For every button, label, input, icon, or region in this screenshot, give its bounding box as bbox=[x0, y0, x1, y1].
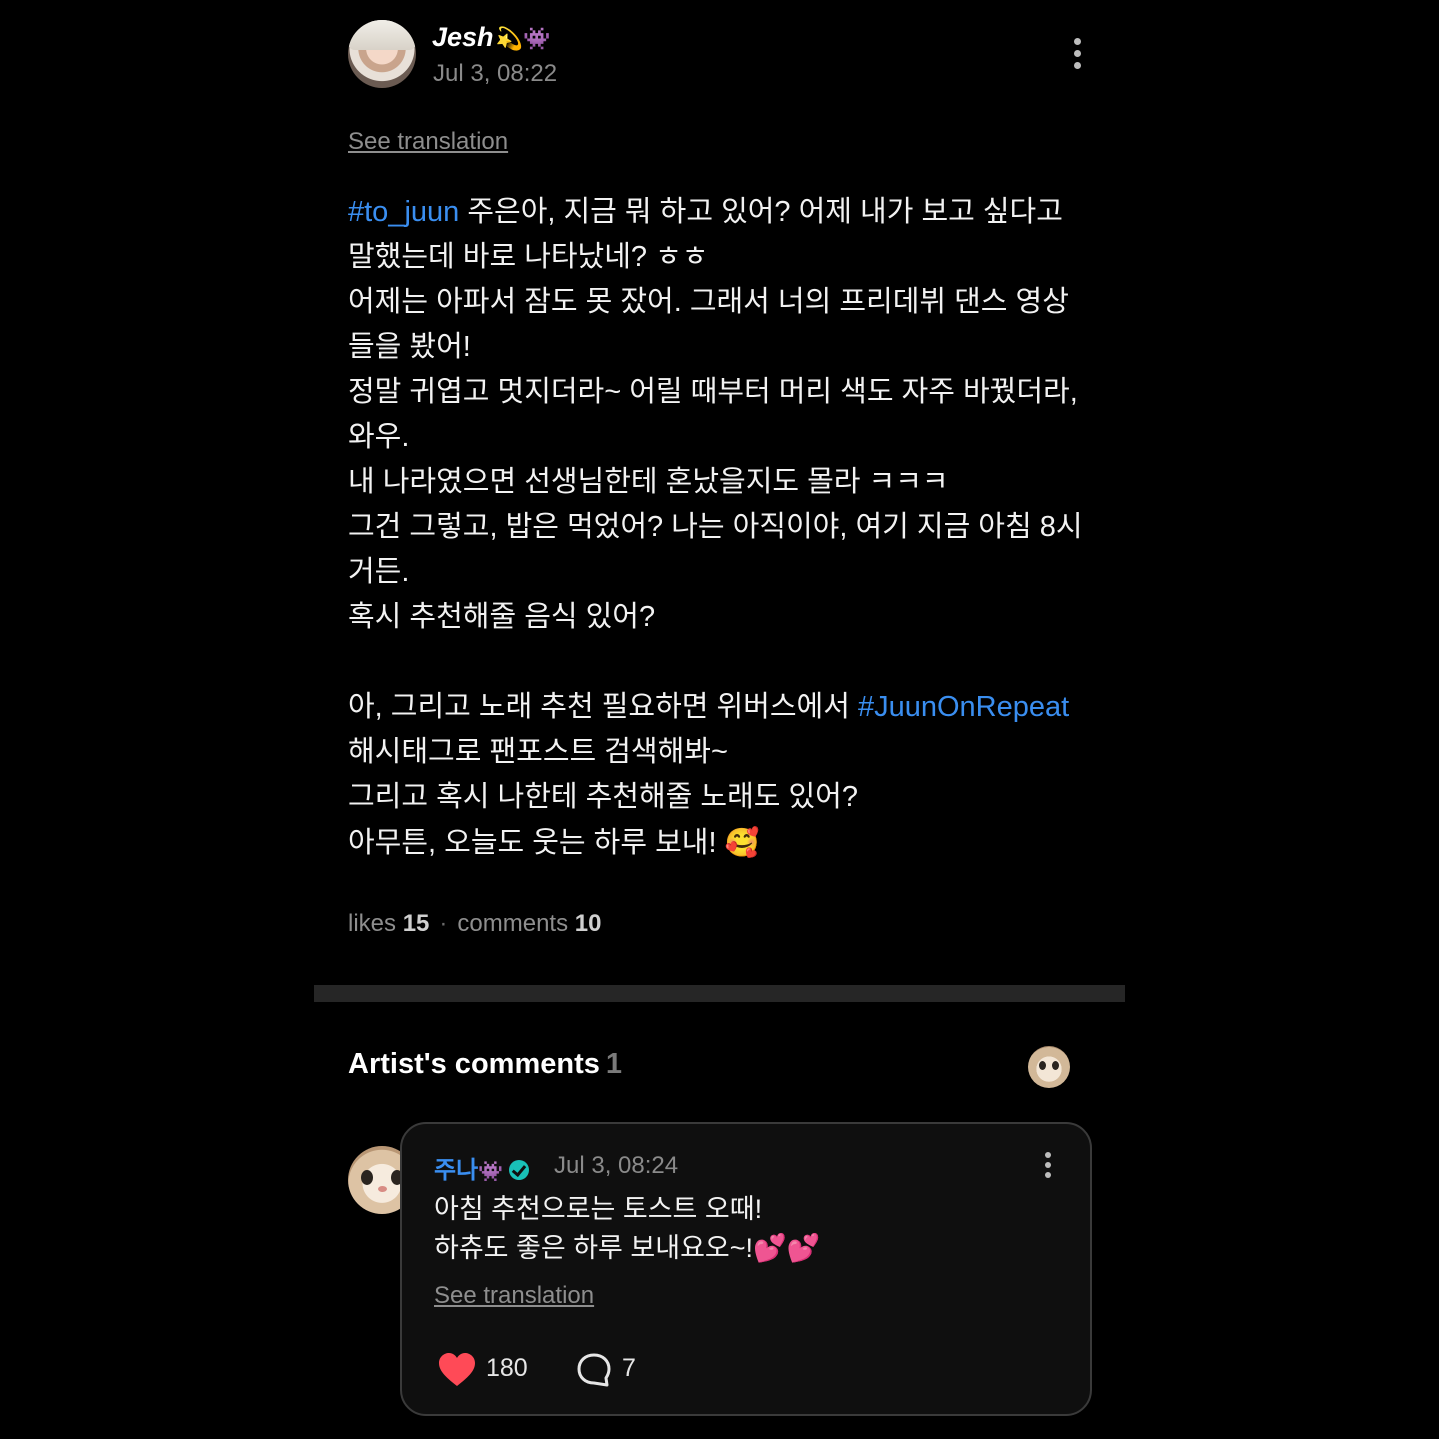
comment-like-count: 180 bbox=[486, 1354, 528, 1382]
post-text-line: #to_juun 주은아, 지금 뭐 하고 있어? 어제 내가 보고 싶다고 bbox=[348, 190, 1108, 235]
more-options-icon[interactable] bbox=[1066, 36, 1090, 72]
post-text-line: 어제는 아파서 잠도 못 잤어. 그래서 너의 프리데뷔 댄스 영상 bbox=[348, 280, 1108, 325]
artist-comments-count: 1 bbox=[605, 1048, 622, 1080]
section-divider bbox=[314, 985, 1125, 1002]
post-text: 와우. bbox=[348, 421, 410, 453]
post-header: Jesh💫👾 Jul 3, 08:22 bbox=[348, 20, 1090, 90]
post-stats: likes 15 · comments 10 bbox=[348, 910, 601, 938]
comment-more-options-icon[interactable] bbox=[1038, 1150, 1058, 1180]
post-text-line: 와우. bbox=[348, 415, 1108, 460]
comment-reply-count: 7 bbox=[622, 1354, 636, 1382]
post-text: 거든. bbox=[348, 556, 410, 588]
post-text: 아무튼, 오늘도 웃는 하루 보내! bbox=[348, 827, 725, 859]
post-text-line: 내 나라였으면 선생님한테 혼났을지도 몰라 ㅋㅋㅋ bbox=[348, 460, 1108, 505]
post-text: 주은아, 지금 뭐 하고 있어? 어제 내가 보고 싶다고 bbox=[459, 196, 1063, 228]
stats-separator: · bbox=[439, 910, 448, 937]
post-text: 그건 그렇고, 밥은 먹었어? 나는 아직이야, 여기 지금 아침 8시 bbox=[348, 511, 1083, 543]
post-text-line: 아, 그리고 노래 추천 필요하면 위버스에서 #JuunOnRepeat bbox=[348, 685, 1108, 730]
comment-actions: 180 7 bbox=[438, 1350, 838, 1390]
post-text: 해시태그로 팬포스트 검색해봐~ bbox=[348, 736, 728, 768]
likes-count: 15 bbox=[402, 910, 430, 937]
hashtag-link[interactable]: #to_juun bbox=[348, 196, 459, 228]
post-text-line: 해시태그로 팬포스트 검색해봐~ bbox=[348, 730, 1108, 775]
post-timestamp: Jul 3, 08:22 bbox=[433, 60, 558, 87]
author-avatar[interactable] bbox=[348, 20, 416, 88]
post-text-line: 아무튼, 오늘도 웃는 하루 보내! 🥰 bbox=[348, 820, 1108, 865]
comment-author-emoji: 👾 bbox=[478, 1161, 504, 1183]
author-name-text: Jesh bbox=[432, 22, 494, 52]
post-text: 말했는데 바로 나타났네? ㅎㅎ bbox=[348, 241, 709, 273]
comment-timestamp: Jul 3, 08:24 bbox=[554, 1152, 679, 1179]
comment-author-name: 주나 bbox=[434, 1157, 479, 1184]
post-text: 내 나라였으면 선생님한테 혼났을지도 몰라 ㅋㅋㅋ bbox=[348, 466, 949, 498]
author-emoji: 💫👾 bbox=[495, 26, 551, 51]
likes-stat[interactable]: likes 15 bbox=[348, 910, 429, 937]
likes-label: likes bbox=[348, 910, 397, 937]
post-text-line: 정말 귀엽고 멋지더라~ 어릴 때부터 머리 색도 자주 바꿨더라, bbox=[348, 370, 1108, 415]
post-text-line: 그리고 혹시 나한테 추천해줄 노래도 있어? bbox=[348, 775, 1108, 820]
post-text: 혹시 추천해줄 음식 있어? bbox=[348, 601, 656, 633]
author-name[interactable]: Jesh💫👾 bbox=[432, 22, 550, 53]
artist-comment-card: 주나👾 Jul 3, 08:24 아침 추천으로는 토스트 오때! 하츄도 좋은… bbox=[400, 1122, 1092, 1416]
post-text-line: 거든. bbox=[348, 550, 1108, 595]
comment-author[interactable]: 주나👾 bbox=[434, 1150, 530, 1185]
emoji: 🥰 bbox=[724, 827, 760, 858]
post-text-line: 혹시 추천해줄 음식 있어? bbox=[348, 595, 1108, 640]
post-text: 그리고 혹시 나한테 추천해줄 노래도 있어? bbox=[348, 781, 858, 813]
comments-label: comments bbox=[457, 910, 569, 937]
comment-see-translation-link[interactable]: See translation bbox=[434, 1282, 594, 1310]
comment-text: 아침 추천으로는 토스트 오때! 하츄도 좋은 하루 보내요오~!💕💕 bbox=[434, 1190, 820, 1268]
post-text-line: 그건 그렇고, 밥은 먹었어? 나는 아직이야, 여기 지금 아침 8시 bbox=[348, 505, 1108, 550]
see-translation-link[interactable]: See translation bbox=[348, 128, 508, 156]
post-text: 아, 그리고 노래 추천 필요하면 위버스에서 bbox=[348, 691, 858, 723]
verified-badge-icon bbox=[509, 1160, 530, 1180]
heart-icon[interactable] bbox=[438, 1352, 476, 1388]
artist-comments-title: Artist's comments bbox=[348, 1048, 600, 1080]
comments-count: 10 bbox=[574, 910, 602, 937]
post-text: 어제는 아파서 잠도 못 잤어. 그래서 너의 프리데뷔 댄스 영상 bbox=[348, 286, 1069, 318]
post-body: #to_juun 주은아, 지금 뭐 하고 있어? 어제 내가 보고 싶다고말했… bbox=[348, 190, 1108, 865]
comment-line: 하츄도 좋은 하루 보내요오~!💕💕 bbox=[434, 1233, 821, 1263]
artist-avatar-small[interactable] bbox=[1028, 1046, 1070, 1088]
post-text-line: 들을 봤어! bbox=[348, 325, 1108, 370]
artist-comments-heading: Artist's comments 1 bbox=[348, 1048, 622, 1081]
post-text-line: 말했는데 바로 나타났네? ㅎㅎ bbox=[348, 235, 1108, 280]
hashtag-link[interactable]: #JuunOnRepeat bbox=[858, 691, 1069, 723]
post-text: 들을 봤어! bbox=[348, 331, 471, 363]
reply-bubble-icon[interactable] bbox=[576, 1352, 612, 1388]
comments-stat[interactable]: comments 10 bbox=[457, 910, 601, 937]
comment-line: 아침 추천으로는 토스트 오때! bbox=[434, 1194, 763, 1224]
post-text: 정말 귀엽고 멋지더라~ 어릴 때부터 머리 색도 자주 바꿨더라, bbox=[348, 376, 1078, 408]
